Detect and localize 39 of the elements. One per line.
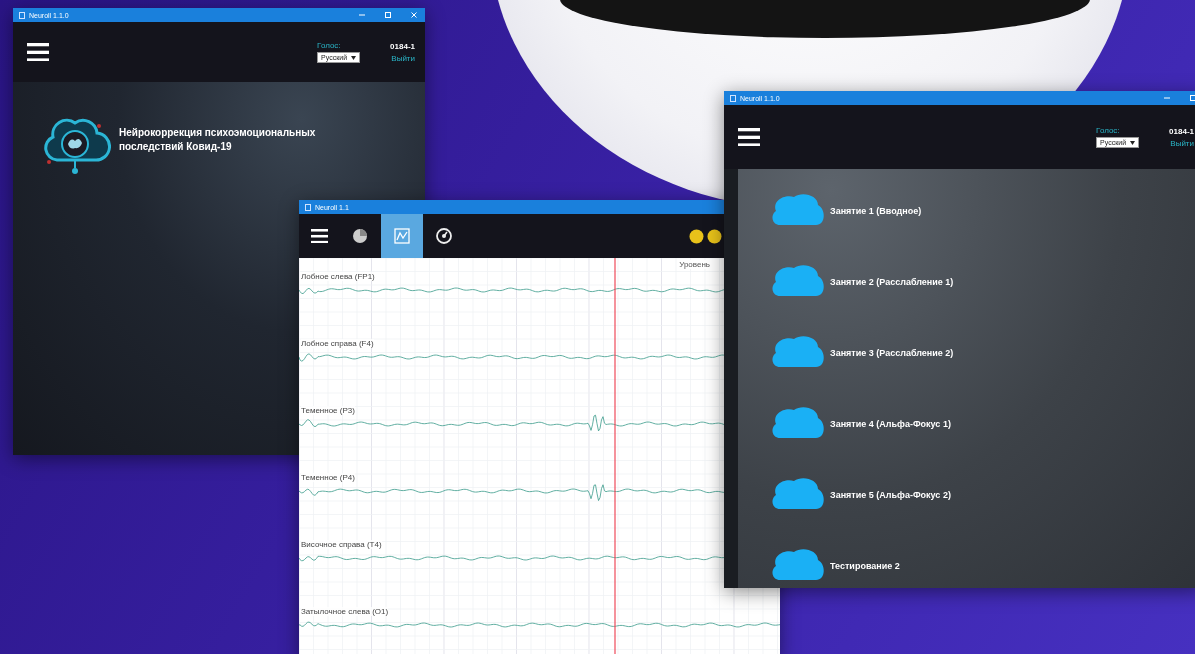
lesson-item[interactable]: Занятие 1 (Вводное) [770,191,1195,231]
user-id: 0184-1 [1169,126,1194,136]
legend-label: Уровень [679,260,710,269]
app-heading: Нейрокоррекция психоэмоциональных последствий Ковид-19 [119,126,317,153]
app-icon [19,11,25,19]
channel-label: Височное справа (T4) [301,540,382,549]
logout-link[interactable]: Выйти [1170,138,1194,148]
line-chart-icon [394,228,410,244]
lesson-item[interactable]: Занятие 2 (Расслабление 1) [770,262,1195,302]
indicator-dot-icon [689,228,704,244]
logout-link[interactable]: Выйти [391,53,415,63]
channel-label: Затылочное слева (O1) [301,607,389,616]
lesson-item[interactable]: Тестирование 2 [770,546,1195,586]
maximize-icon [1188,93,1195,103]
maximize-icon [383,10,393,20]
channel-label: Теменное (P3) [301,406,355,415]
gauge-icon [436,228,452,244]
caret-icon [1130,140,1136,145]
channel-label: Лобное слева (FP1) [301,272,375,281]
voice-label: Голос: [1096,126,1121,135]
menu-icon[interactable] [310,228,328,244]
close-icon [409,10,419,20]
channel-label: Теменное (P4) [301,473,355,482]
user-id: 0184-1 [390,41,415,51]
pie-chart-icon [352,228,368,244]
caret-icon [351,55,357,60]
close-button[interactable] [409,10,419,20]
channel-label: Лобное справа (F4) [301,339,374,348]
menu-icon[interactable] [738,127,760,147]
lesson-item[interactable]: Занятие 3 (Расслабление 2) [770,333,1195,373]
lesson-item[interactable]: Занятие 5 (Альфа-Фокус 2) [770,475,1195,515]
maximize-button[interactable] [1188,93,1195,103]
lesson-item[interactable]: Занятие 4 (Альфа-Фокус 1) [770,404,1195,444]
app-icon [305,203,311,211]
menu-icon[interactable] [27,42,49,62]
indicator-dot-icon [707,228,722,244]
maximize-button[interactable] [383,10,393,20]
app-icon [730,94,736,102]
voice-label: Голос: [317,41,342,50]
